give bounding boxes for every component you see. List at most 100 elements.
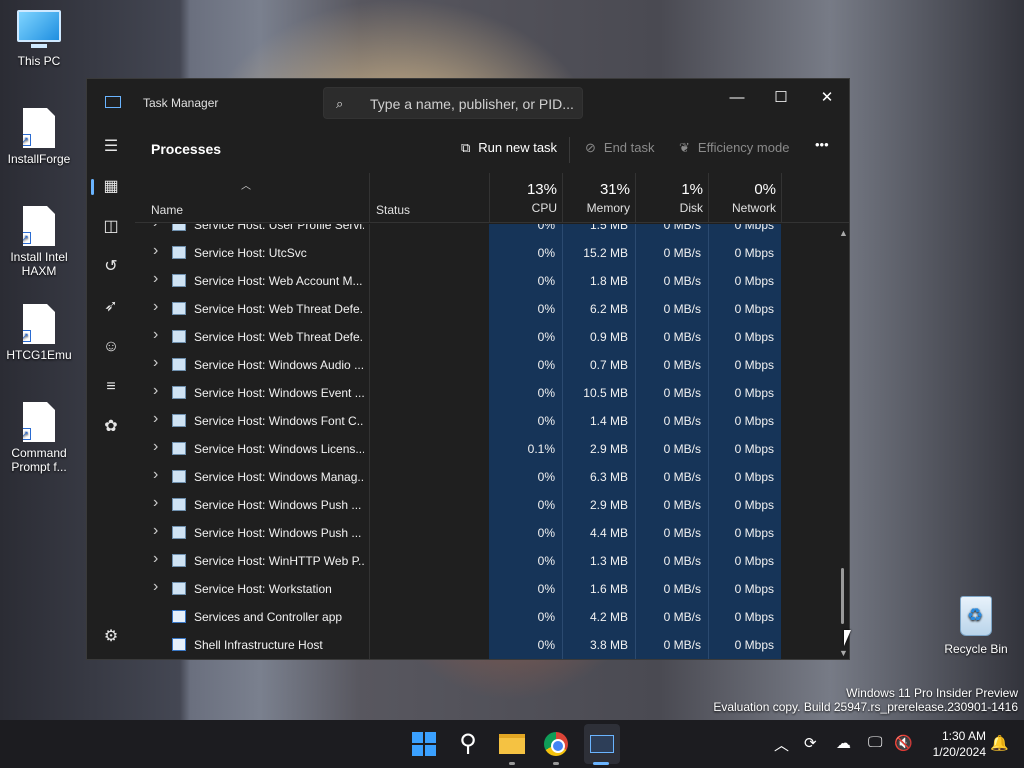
process-network: 0 Mbps <box>734 582 774 596</box>
minimize-button[interactable]: — <box>715 83 759 113</box>
start-button[interactable] <box>410 730 438 758</box>
expand-chevron-icon[interactable]: › <box>153 224 158 232</box>
task-manager-icon <box>590 735 614 753</box>
app-history-icon: ↺ <box>104 258 118 275</box>
expand-chevron-icon[interactable]: › <box>153 354 158 372</box>
expand-chevron-icon[interactable]: › <box>153 242 158 260</box>
search-input[interactable]: Type a name, publisher, or PID... <box>370 96 574 112</box>
table-row[interactable]: › Service Host: WinHTTP Web P... 0% 1.3 MB 0… <box>135 547 835 575</box>
memory-total: 31% <box>599 181 630 198</box>
sidebar-item-details[interactable]: ≡ <box>91 369 131 405</box>
table-row[interactable]: › Service Host: Windows Licens... 0.1% 2.9 … <box>135 435 835 463</box>
show-hidden-icons-chevron-icon[interactable]: ︿ <box>774 734 789 755</box>
table-row[interactable]: › Service Host: Windows Font C... 0% 1.4 MB… <box>135 407 835 435</box>
onedrive-icon[interactable]: ☁ <box>836 734 851 752</box>
expand-chevron-icon[interactable]: › <box>153 438 158 456</box>
sidebar-item-users[interactable]: ☺ <box>91 329 131 365</box>
table-row[interactable]: › Service Host: Windows Push ... 0% 2.9 MB 0… <box>135 491 835 519</box>
process-name: Service Host: Windows Licens... <box>194 442 364 456</box>
more-options-button[interactable]: ••• <box>815 137 829 152</box>
expand-chevron-icon[interactable]: › <box>153 578 158 596</box>
table-row[interactable]: › Service Host: Windows Event ... 0% 10.5 M… <box>135 379 835 407</box>
expand-chevron-icon[interactable]: › <box>153 494 158 512</box>
search-taskbar-button[interactable]: ⚲ <box>454 730 482 758</box>
expand-chevron-icon[interactable]: › <box>153 270 158 288</box>
shortcut-file-icon: ↗ <box>23 108 55 148</box>
sidebar-item-processes[interactable]: ▦ <box>91 169 131 205</box>
process-memory: 1.3 MB <box>589 554 628 568</box>
table-row[interactable]: › Service Host: Windows Push ... 0% 4.4 MB 0… <box>135 519 835 547</box>
expand-chevron-icon[interactable]: › <box>153 326 158 344</box>
scroll-up-icon[interactable]: ▲ <box>839 228 848 238</box>
expand-chevron-icon[interactable]: › <box>153 382 158 400</box>
desktop-icon-install-intel-haxm[interactable]: ↗ Install Intel HAXM <box>1 206 77 278</box>
table-row[interactable]: › Service Host: Windows Manag... 0% 6.3 MB 0… <box>135 463 835 491</box>
title-bar[interactable]: Task Manager ⌕ Type a name, publisher, o… <box>87 79 849 127</box>
desktop-icon-command-prompt[interactable]: ↗ Command Prompt f... <box>1 402 77 474</box>
scroll-down-icon[interactable]: ▼ <box>839 648 848 658</box>
column-header-disk[interactable]: 1% Disk <box>629 173 703 215</box>
table-row[interactable]: Shell Infrastructure Host 0% 3.8 MB 0 MB/s 0… <box>135 631 835 659</box>
maximize-button[interactable]: ☐ <box>759 83 803 113</box>
notification-bell-icon[interactable]: 🔔 <box>990 734 1009 752</box>
sidebar-item-performance[interactable]: ◫ <box>91 209 131 245</box>
task-manager-window: Task Manager ⌕ Type a name, publisher, o… <box>86 78 850 660</box>
end-task-button[interactable]: ⊘ End task <box>585 140 655 156</box>
volume-muted-icon[interactable]: 🔇 <box>894 734 913 752</box>
column-header-network[interactable]: 0% Network <box>702 173 776 215</box>
table-row[interactable]: › Service Host: Web Threat Defe... 0% 0.9 M… <box>135 323 835 351</box>
table-row[interactable]: Services and Controller app 0% 4.2 MB 0 MB/… <box>135 603 835 631</box>
chrome-button[interactable] <box>542 730 570 758</box>
recycle-bin[interactable]: Recycle Bin <box>938 596 1014 656</box>
sidebar-item-services[interactable]: ✿ <box>91 409 131 445</box>
process-disk: 0 MB/s <box>663 582 701 596</box>
desktop-icon-installforge[interactable]: ↗ InstallForge <box>1 108 77 166</box>
process-cpu: 0% <box>537 610 555 624</box>
sync-icon[interactable]: ⟳ <box>804 734 817 752</box>
process-name: Service Host: UtcSvc <box>194 246 307 260</box>
process-memory: 15.2 MB <box>583 246 628 260</box>
process-cpu: 0% <box>537 224 555 232</box>
expand-chevron-icon[interactable]: › <box>153 298 158 316</box>
services-icon: ✿ <box>104 418 118 435</box>
run-new-task-label: Run new task <box>478 140 558 155</box>
table-row[interactable]: › Service Host: Web Threat Defe... 0% 6.2 M… <box>135 295 835 323</box>
desktop-icon-htcg1emu[interactable]: ↗ HTCG1Emu <box>1 304 77 362</box>
sidebar-item-startup-apps[interactable]: ➶ <box>91 289 131 325</box>
process-name: Service Host: Workstation <box>194 582 332 596</box>
table-row[interactable]: › Service Host: Workstation 0% 1.6 MB 0 MB/s… <box>135 575 835 603</box>
expand-chevron-icon[interactable]: › <box>153 410 158 428</box>
desktop-icon-this-pc[interactable]: This PC <box>1 10 77 68</box>
process-cpu: 0% <box>537 554 555 568</box>
efficiency-mode-button[interactable]: ❦ Efficiency mode <box>679 140 789 156</box>
run-new-task-button[interactable]: ⧉ Run new task <box>461 140 557 156</box>
column-header-memory[interactable]: 31% Memory <box>556 173 630 215</box>
search-box[interactable]: ⌕ Type a name, publisher, or PID... <box>323 87 583 119</box>
column-header-status[interactable]: Status <box>376 203 410 217</box>
scrollbar-thumb[interactable] <box>841 568 844 624</box>
table-row[interactable]: › Service Host: Web Account M... 0% 1.8 MB 0… <box>135 267 835 295</box>
table-row[interactable]: › Service Host: User Profile Servi... 0% 1.… <box>135 224 835 239</box>
table-row[interactable]: › Service Host: UtcSvc 0% 15.2 MB 0 MB/s 0 Mb… <box>135 239 835 267</box>
app-window-icon <box>172 638 186 651</box>
sidebar-item-app-history[interactable]: ↺ <box>91 249 131 285</box>
close-button[interactable]: ✕ <box>805 83 849 113</box>
process-network: 0 Mbps <box>734 610 774 624</box>
clock[interactable]: 1:30 AM 1/20/2024 <box>920 728 986 760</box>
file-explorer-button[interactable] <box>498 730 526 758</box>
process-network: 0 Mbps <box>734 498 774 512</box>
service-gear-icon <box>172 526 186 539</box>
expand-chevron-icon[interactable]: › <box>153 466 158 484</box>
table-row[interactable]: › Service Host: Windows Audio ... 0% 0.7 MB… <box>135 351 835 379</box>
column-header-name[interactable]: Name <box>151 203 183 217</box>
column-header-cpu[interactable]: 13% CPU <box>483 173 557 215</box>
task-manager-taskbar-button[interactable] <box>588 730 616 758</box>
vertical-scrollbar[interactable]: ▲ ▼ <box>835 224 849 659</box>
sidebar-item-settings[interactable]: ⚙ <box>91 619 131 655</box>
service-gear-icon <box>172 414 186 427</box>
expand-chevron-icon[interactable]: › <box>153 522 158 540</box>
start-icon <box>412 732 436 756</box>
network-icon[interactable]: 🖵 <box>868 734 882 751</box>
expand-chevron-icon[interactable]: › <box>153 550 158 568</box>
sidebar-menu-toggle[interactable]: ☰ <box>91 129 131 165</box>
